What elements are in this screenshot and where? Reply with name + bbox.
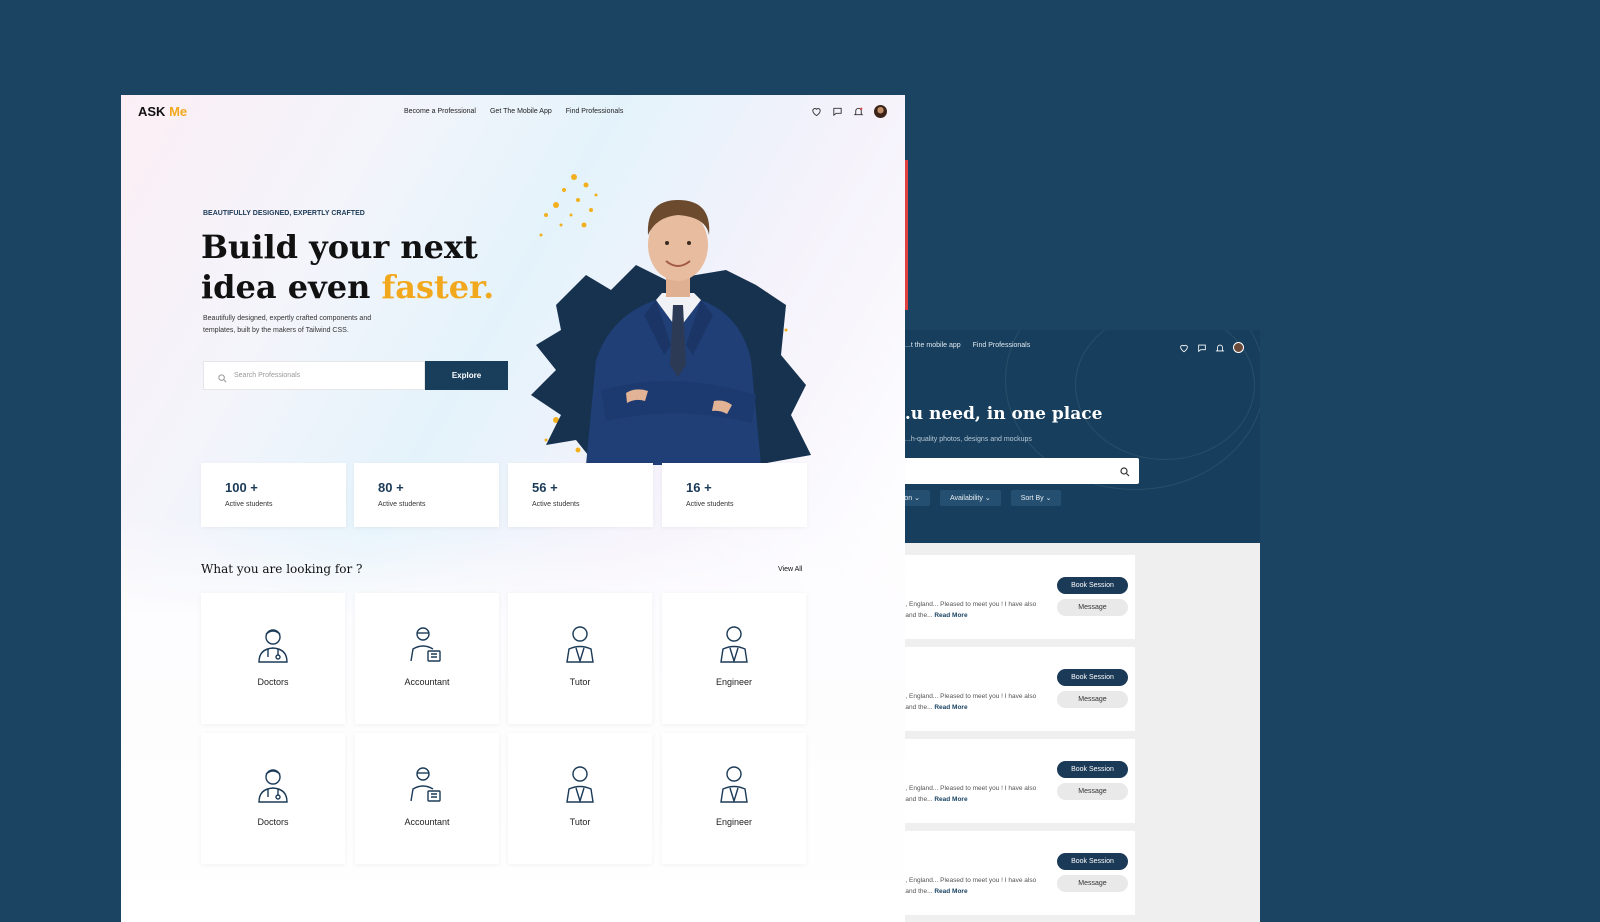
category-card-tutor[interactable]: Tutor [508,593,652,724]
read-more-link[interactable]: Read More [934,796,967,803]
nav-become-professional[interactable]: Become a Professional [404,108,476,115]
category-label: Engineer [715,677,753,687]
hero-headline: Build your next idea even faster. [201,228,495,306]
category-card-doctors[interactable]: Doctors [201,733,345,864]
category-card-accountant[interactable]: Accountant [355,593,499,724]
stat-value: 56 + [532,480,558,495]
back-hero: ...t the mobile app Find Professionals .… [855,330,1260,543]
tutor-icon [562,625,598,663]
doctor-icon [255,625,291,663]
stat-label: Active students [225,501,273,508]
book-session-button[interactable]: Book Session [1057,669,1128,686]
category-card-accountant[interactable]: Accountant [355,733,499,864]
back-nav-find-link[interactable]: Find Professionals [973,342,1031,349]
avatar[interactable] [874,105,887,118]
heart-icon[interactable] [811,106,822,117]
message-button[interactable]: Message [1057,875,1128,892]
logo[interactable]: ASK Me [138,104,187,119]
hero-eyebrow: BEAUTIFULLY DESIGNED, EXPERTLY CRAFTED [203,210,365,217]
top-nav: Become a Professional Get The Mobile App… [404,108,623,115]
engineer-icon [716,765,752,803]
search-icon[interactable] [1119,465,1131,477]
category-card-engineer[interactable]: Engineer [662,593,806,724]
message-button[interactable]: Message [1057,691,1128,708]
category-label: Accountant [404,817,450,827]
engineer-icon [716,625,752,663]
professional-list: ..., England... Pleased to meet you ! I … [855,543,1260,922]
category-label: Doctors [257,817,289,827]
category-label: Tutor [569,817,591,827]
doctor-icon [255,765,291,803]
book-session-button[interactable]: Book Session [1057,761,1128,778]
category-label: Tutor [569,677,591,687]
back-nav: ...t the mobile app Find Professionals [905,342,1030,349]
stat-value: 16 + [686,480,712,495]
stat-label: Active students [532,501,580,508]
page-edge-accent [905,160,908,310]
secondary-page-mockup: ...t the mobile app Find Professionals .… [855,330,1260,922]
section-title: What you are looking for ? [201,562,363,576]
book-session-button[interactable]: Book Session [1057,577,1128,594]
search-input[interactable]: Search Professionals [203,361,425,390]
nav-get-mobile-app[interactable]: Get The Mobile App [490,108,552,115]
bell-icon[interactable] [853,106,864,117]
avatar[interactable] [1233,342,1244,353]
filter-availability[interactable]: Availability ⌄ [939,490,1001,506]
hero-description: Beautifully designed, expertly crafted c… [203,315,372,334]
nav-find-professionals[interactable]: Find Professionals [566,108,624,115]
message-button[interactable]: Message [1057,783,1128,800]
stat-card: 80 + Active students [354,463,499,527]
read-more-link[interactable]: Read More [934,704,967,711]
search-placeholder: Search Professionals [234,372,301,379]
stat-label: Active students [686,501,734,508]
category-card-engineer[interactable]: Engineer [662,733,806,864]
accountant-icon [409,625,445,663]
back-page-title: ...u need, in one place [893,404,1103,424]
tutor-icon [562,765,598,803]
category-label: Doctors [257,677,289,687]
category-card-doctors[interactable]: Doctors [201,593,345,724]
message-button[interactable]: Message [1057,599,1128,616]
stat-card: 100 + Active students [201,463,346,527]
back-page-subtitle: ...h-quality photos, designs and mockups [905,436,1032,443]
read-more-link[interactable]: Read More [934,612,967,619]
view-all-link[interactable]: View All [778,566,802,573]
back-nav-app-link[interactable]: ...t the mobile app [905,342,961,349]
book-session-button[interactable]: Book Session [1057,853,1128,870]
read-more-link[interactable]: Read More [934,888,967,895]
category-card-tutor[interactable]: Tutor [508,733,652,864]
stat-value: 80 + [378,480,404,495]
filter-sort-by[interactable]: Sort By ⌄ [1010,490,1062,506]
stat-card: 56 + Active students [508,463,653,527]
chat-icon[interactable] [1197,343,1207,353]
hero-businessman-image [531,174,811,465]
accountant-icon [409,765,445,803]
category-label: Accountant [404,677,450,687]
category-label: Engineer [715,817,753,827]
heart-icon[interactable] [1179,343,1189,353]
stat-label: Active students [378,501,426,508]
stat-card: 16 + Active students [662,463,807,527]
explore-button[interactable]: Explore [425,361,508,390]
landing-page-mockup: ASK Me Become a Professional Get The Mob… [121,95,905,922]
bell-icon[interactable] [1215,343,1225,353]
stat-value: 100 + [225,480,258,495]
chat-icon[interactable] [832,106,843,117]
search-icon [217,371,228,383]
